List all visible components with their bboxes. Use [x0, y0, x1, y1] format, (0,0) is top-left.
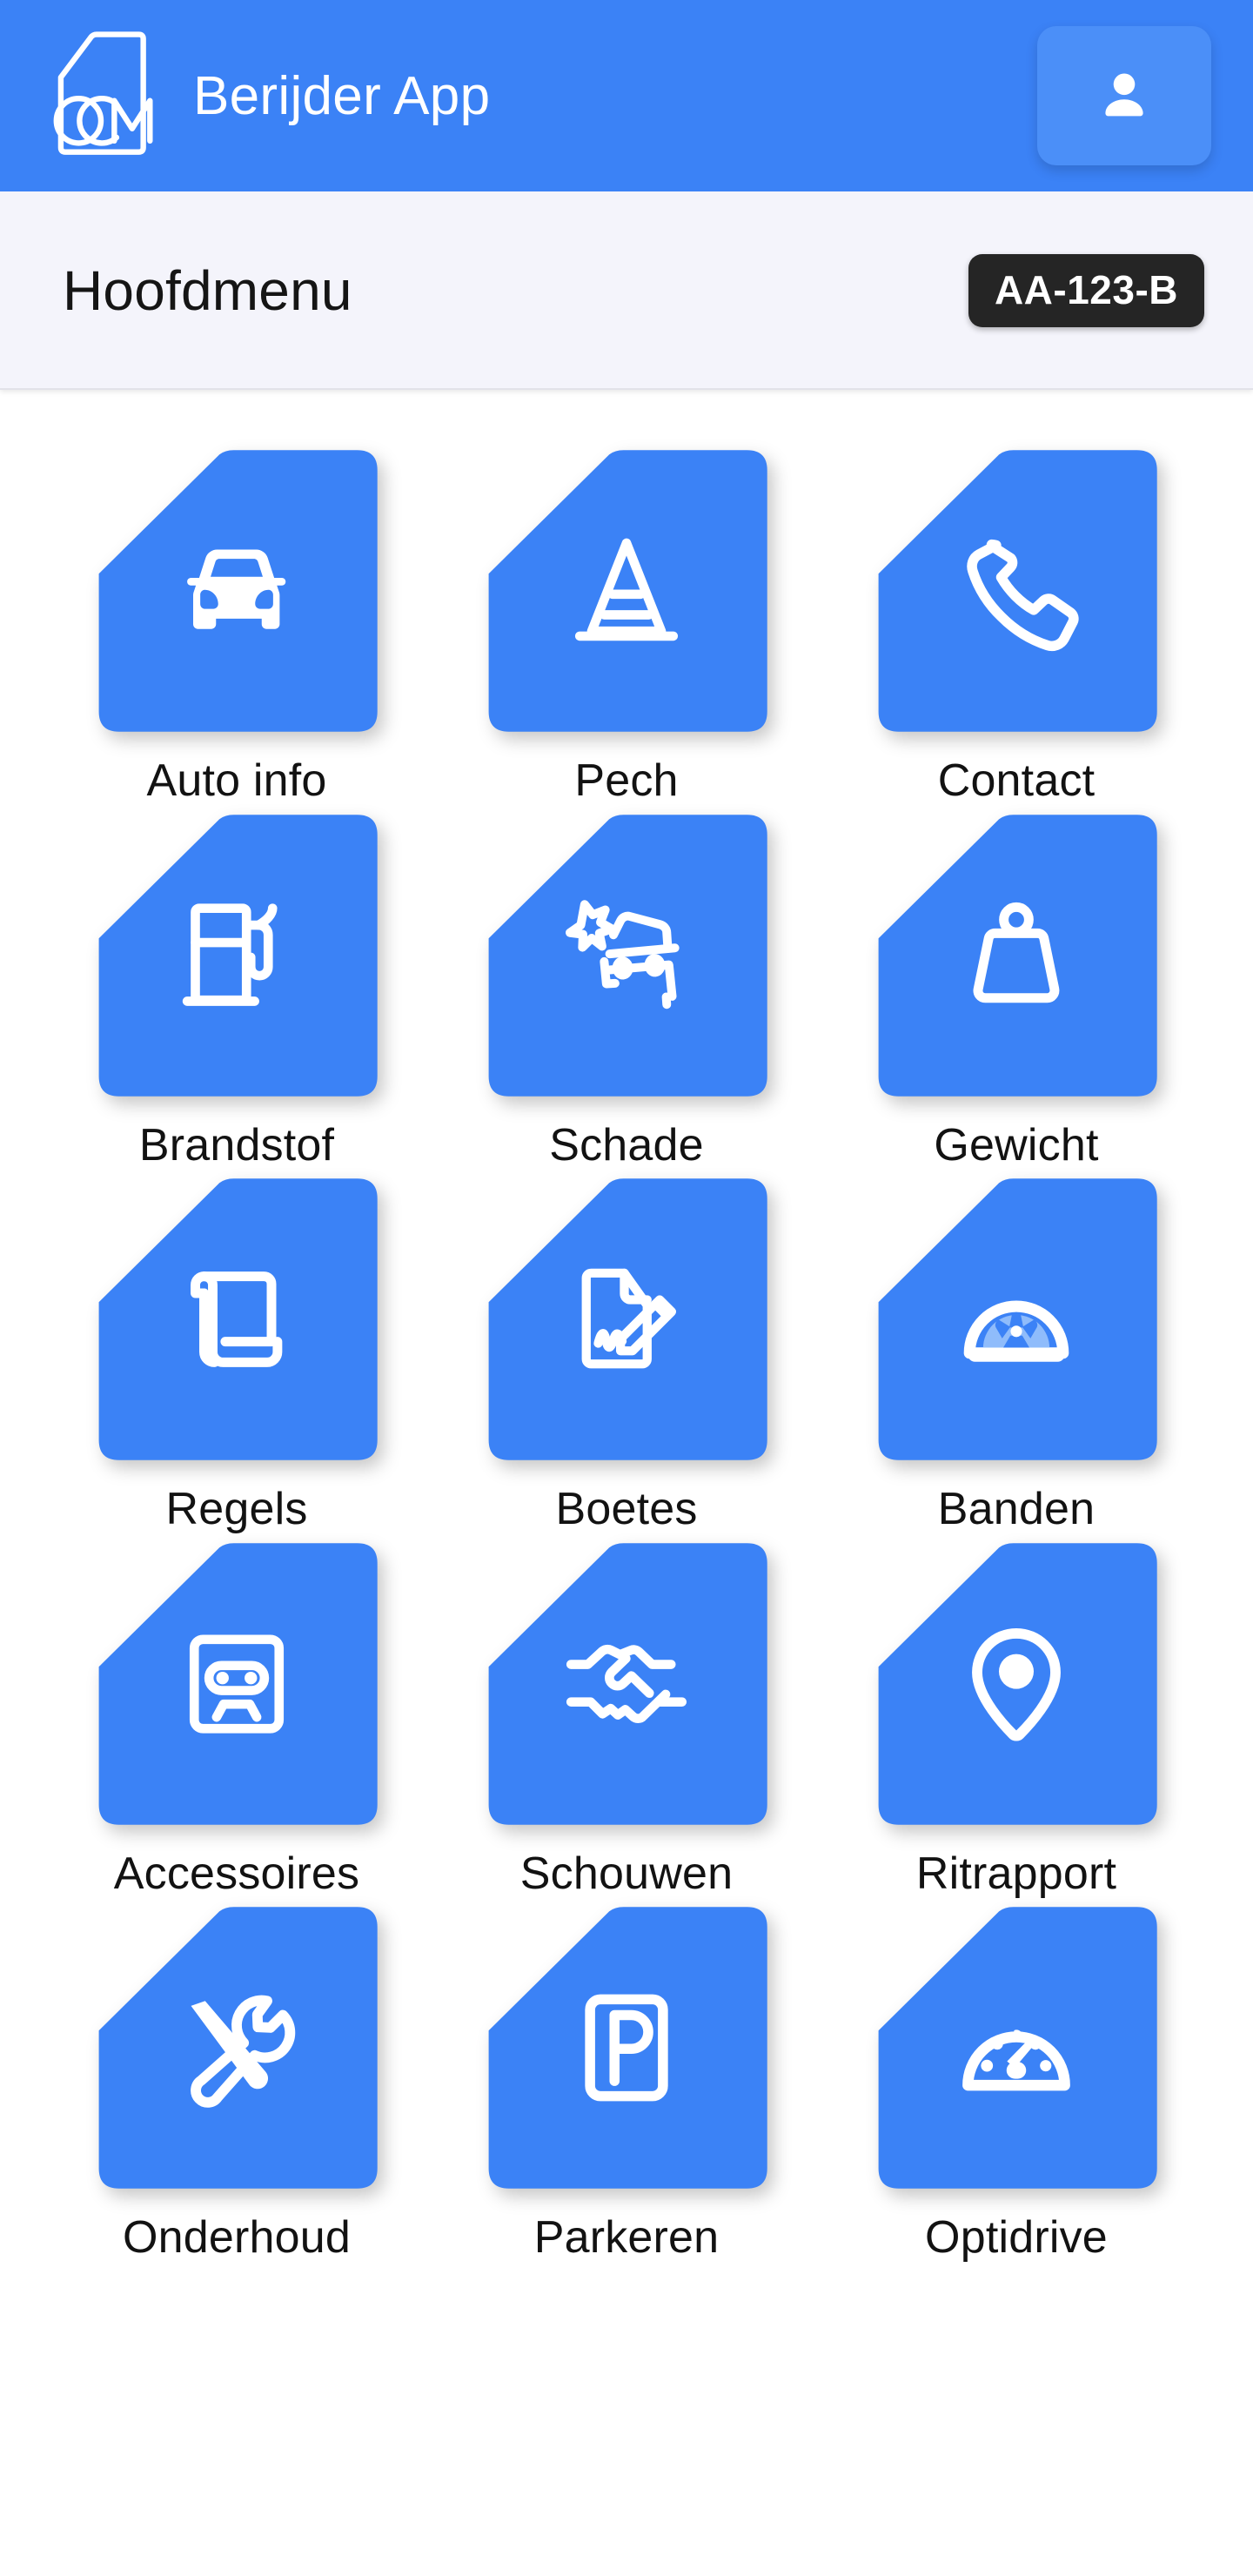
- menu-tile-label: Schade: [549, 1119, 704, 1171]
- phone-icon: [967, 539, 1079, 652]
- menu-tile-auto-info[interactable]: Auto info: [42, 447, 432, 805]
- tile-background: [873, 1176, 1160, 1463]
- car-front-icon: [187, 549, 286, 629]
- menu-tile-label: Accessoires: [113, 1848, 360, 1899]
- menu-grid: Auto info Pech Contact Brandstof Schade …: [0, 447, 1253, 2262]
- tools-wrench-screwdriver-icon: [191, 1996, 296, 2109]
- car-crash-icon: [566, 899, 680, 1009]
- menu-tile-label: Banden: [937, 1484, 1096, 1535]
- menu-tile-label: Regels: [165, 1484, 308, 1535]
- scroll-icon: [191, 1271, 283, 1368]
- menu-tile-schade[interactable]: Schade: [432, 812, 821, 1170]
- tile-background: [93, 447, 380, 735]
- menu-tile-ritrapport[interactable]: Ritrapport: [821, 1540, 1211, 1898]
- tile-background: [93, 1176, 380, 1463]
- main-content: Auto info Pech Contact Brandstof Schade …: [0, 390, 1253, 2576]
- handshake-icon: [566, 1644, 687, 1723]
- weight-icon: [973, 902, 1060, 1003]
- tile-background: [483, 1176, 770, 1463]
- tile-background: [873, 1540, 1160, 1828]
- menu-tile-banden[interactable]: Banden: [821, 1176, 1211, 1533]
- tile-background: [873, 447, 1160, 735]
- menu-tile-contact[interactable]: Contact: [821, 447, 1211, 805]
- traffic-cone-icon: [574, 538, 679, 641]
- menu-tile-onderhoud[interactable]: Onderhoud: [42, 1904, 432, 2262]
- app-title: Berijder App: [193, 65, 491, 126]
- menu-tile-label: Brandstof: [138, 1119, 335, 1171]
- tile-background: [93, 812, 380, 1099]
- menu-tile-label: Boetes: [555, 1484, 698, 1535]
- cassette-tape-icon: [189, 1634, 285, 1734]
- tile-background: [483, 812, 770, 1099]
- app-bar: Berijder App: [0, 0, 1253, 191]
- menu-tile-accessoires[interactable]: Accessoires: [42, 1540, 432, 1898]
- speedometer-icon: [962, 2029, 1070, 2091]
- tile-background: [873, 1904, 1160, 2191]
- document-signature-icon: [581, 1268, 677, 1369]
- menu-tile-label: Gewicht: [934, 1119, 1099, 1171]
- tile-background: [483, 1904, 770, 2191]
- menu-tile-label: Pech: [574, 755, 679, 806]
- fuel-pump-icon: [182, 902, 278, 1006]
- menu-tile-label: Schouwen: [519, 1848, 734, 1899]
- menu-tile-regels[interactable]: Regels: [42, 1176, 432, 1533]
- tile-background: [483, 1540, 770, 1828]
- menu-tile-brandstof[interactable]: Brandstof: [42, 812, 432, 1170]
- page-title: Hoofdmenu: [63, 259, 352, 322]
- menu-tile-gewicht[interactable]: Gewicht: [821, 812, 1211, 1170]
- menu-tile-label: Onderhoud: [122, 2212, 351, 2264]
- tile-background: [93, 1904, 380, 2191]
- tile-background: [483, 447, 770, 735]
- license-plate-badge: AA-123-B: [968, 254, 1204, 327]
- person-icon: [1093, 64, 1156, 127]
- tile-background: [93, 1540, 380, 1828]
- profile-button[interactable]: [1037, 26, 1211, 165]
- menu-tile-parkeren[interactable]: Parkeren: [432, 1904, 821, 2262]
- menu-tile-schouwen[interactable]: Schouwen: [432, 1540, 821, 1898]
- tile-background: [873, 812, 1160, 1099]
- app-screen: Berijder App Hoofdmenu AA-123-B Auto inf…: [0, 0, 1253, 2576]
- menu-tile-label: Parkeren: [533, 2212, 720, 2264]
- menu-tile-optidrive[interactable]: Optidrive: [821, 1904, 1211, 2262]
- menu-tile-pech[interactable]: Pech: [432, 447, 821, 805]
- menu-tile-label: Optidrive: [925, 2212, 1108, 2264]
- menu-tile-boetes[interactable]: Boetes: [432, 1176, 821, 1533]
- parking-p-icon: [585, 1994, 668, 2102]
- page-header: Hoofdmenu AA-123-B: [0, 191, 1253, 390]
- menu-tile-label: Ritrapport: [915, 1848, 1117, 1899]
- map-pin-icon: [972, 1627, 1061, 1741]
- menu-tile-label: Auto info: [146, 755, 327, 806]
- tire-icon: [963, 1300, 1069, 1362]
- menu-tile-label: Contact: [937, 755, 1096, 806]
- ocm-car-door-logo-icon: [45, 26, 157, 165]
